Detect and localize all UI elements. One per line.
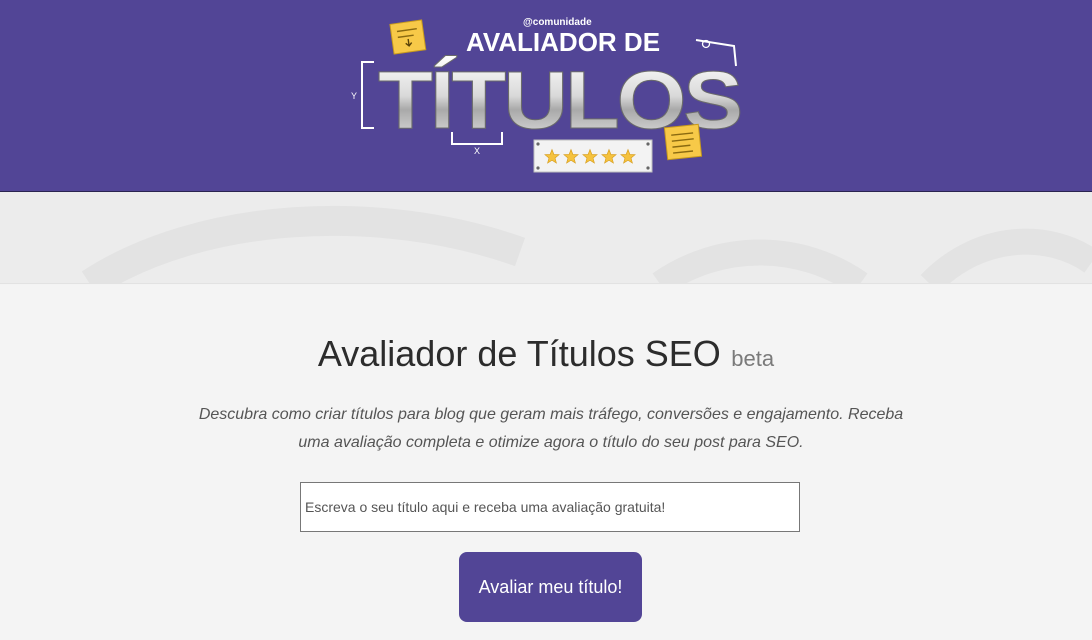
rating-plate [533,139,653,173]
axis-x-label: X [474,146,480,156]
page-title: Avaliador de Títulos SEO [317,333,721,374]
axis-y-label: Y [351,91,357,101]
beta-badge: beta [731,346,775,371]
title-input[interactable] [300,482,800,532]
sticky-note-checklist-icon [663,123,703,161]
site-header: @comunidade AVALIADOR DE Y X TÍTULOS [0,0,1092,192]
main-content: Avaliador de Títulos SEO beta Descubra c… [0,285,1092,640]
background-swoosh [81,205,1092,283]
decorative-band [0,192,1092,284]
frame-bracket-left [361,61,374,129]
page-title-row: Avaliador de Títulos SEO beta [0,333,1092,375]
evaluate-title-button[interactable]: Avaliar meu título! [459,552,642,622]
sticky-note-icon [389,19,427,55]
logo-line1: AVALIADOR DE [466,27,660,57]
avaliador-de-titulos-logo[interactable]: @comunidade AVALIADOR DE Y X TÍTULOS [340,8,760,184]
page-description: Descubra como criar títulos para blog qu… [198,406,904,451]
